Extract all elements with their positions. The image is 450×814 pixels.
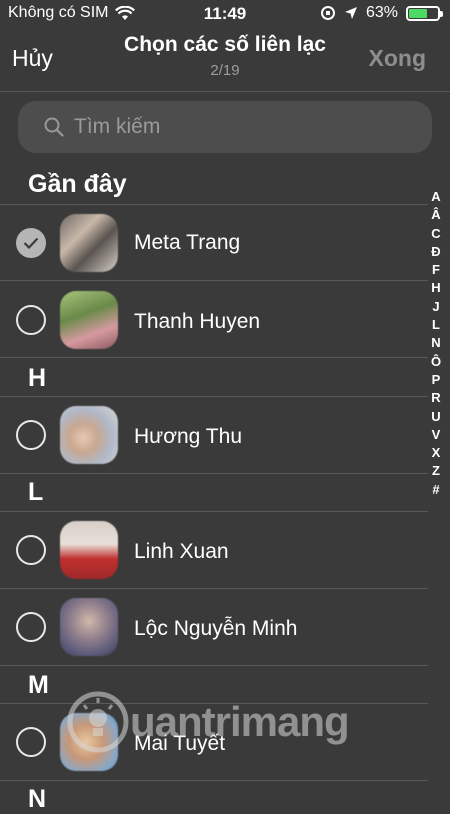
contact-row-linh-xuan[interactable]: Linh Xuan [0,512,428,588]
unselected-circle-icon[interactable] [16,727,46,757]
section-header-m: M [28,671,49,699]
index-letter[interactable]: Z [432,462,440,480]
avatar [60,598,118,656]
section-header-h: H [28,364,47,392]
search-icon [44,117,64,137]
unselected-circle-icon[interactable] [16,420,46,450]
battery-level [409,8,427,18]
unselected-circle-icon[interactable] [16,612,46,642]
index-letter[interactable]: L [432,316,440,334]
index-letter[interactable]: A [431,188,440,206]
contact-row-meta-trang[interactable]: Meta Trang [0,205,428,281]
contact-name: Linh Xuan [134,540,229,563]
search-field[interactable]: Tìm kiếm [18,101,432,153]
index-letter[interactable]: U [431,408,440,426]
search-placeholder: Tìm kiếm [74,115,161,138]
lightbulb-logo-icon [67,691,129,753]
avatar [60,291,118,349]
contact-row-loc-nguyen-minh[interactable]: Lộc Nguyễn Minh [0,589,428,665]
separator [0,780,428,781]
unselected-circle-icon[interactable] [16,535,46,565]
alphabet-index[interactable]: A Â C Đ F H J L N Ô P R U V X Z # [426,188,446,499]
avatar [60,214,118,272]
location-icon [344,7,357,19]
index-letter[interactable]: H [431,279,440,297]
contact-row-thanh-huyen[interactable]: Thanh Huyen [0,282,428,358]
avatar [60,521,118,579]
index-letter[interactable]: Â [431,206,440,224]
section-header-l: L [28,478,44,506]
section-header-n: N [28,785,47,813]
section-header-recent: Gần đây [28,170,127,198]
index-letter[interactable]: Ô [431,353,441,371]
index-letter[interactable]: R [431,389,440,407]
divider [0,91,450,92]
contact-name: Thanh Huyen [134,310,261,333]
index-letter[interactable]: F [432,261,440,279]
battery-icon [406,5,443,21]
separator [0,665,428,666]
index-letter[interactable]: C [431,225,440,243]
index-letter[interactable]: V [432,426,441,444]
avatar [60,406,118,464]
status-bar: Không có SIM 11:49 63% [0,0,450,28]
navigation-bar: Hủy Chọn các số liên lạc 2/19 Xong [0,28,450,90]
separator [0,473,428,474]
index-letter[interactable]: J [432,298,439,316]
index-letter[interactable]: # [432,481,439,499]
watermark-text: uantrimang [130,698,350,745]
index-letter[interactable]: Đ [431,243,440,261]
contact-row-huong-thu[interactable]: Hương Thu [0,397,428,473]
contact-name: Hương Thu [134,425,242,448]
contact-name: Lộc Nguyễn Minh [134,617,298,640]
lock-rotation-icon [320,6,335,20]
unselected-circle-icon[interactable] [16,305,46,335]
index-letter[interactable]: N [431,334,440,352]
selected-checkmark-icon[interactable] [16,228,46,258]
watermark: uantrimang [66,690,350,754]
contact-name: Meta Trang [134,231,241,254]
index-letter[interactable]: P [432,371,441,389]
done-button[interactable]: Xong [369,45,427,72]
battery-percent: 63% [365,4,398,21]
index-letter[interactable]: X [432,444,441,462]
